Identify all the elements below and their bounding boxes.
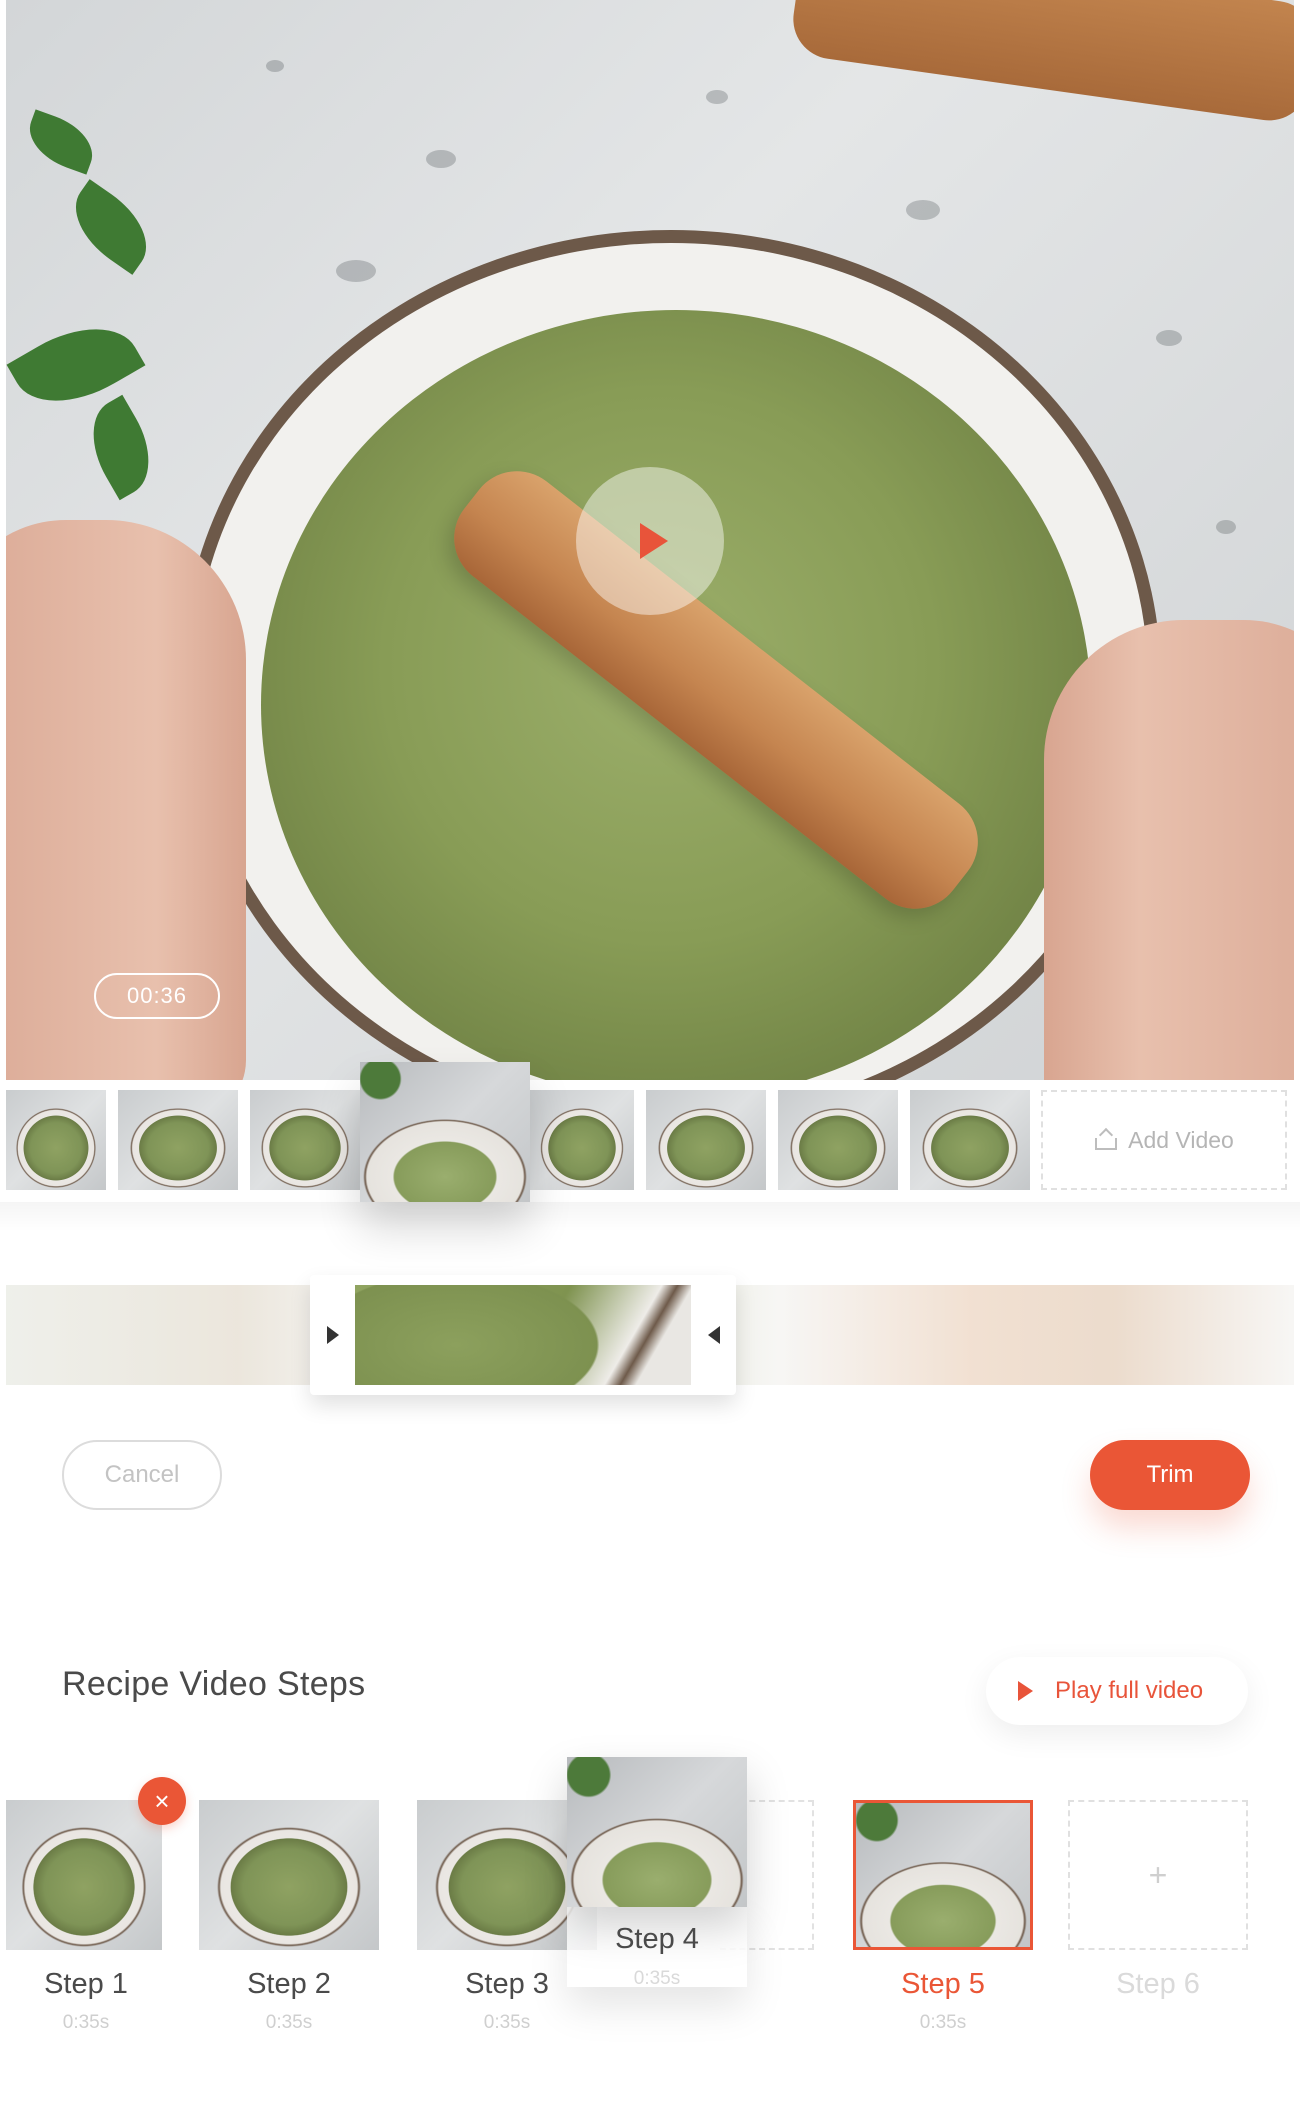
add-step-button[interactable]: + (1068, 1800, 1248, 1950)
clip-thumbnail[interactable] (118, 1090, 238, 1190)
upload-icon (1094, 1129, 1118, 1151)
video-frame-leaf (58, 179, 164, 275)
step-duration: 0:35s (265, 2012, 313, 2033)
section-title: Recipe Video Steps (62, 1665, 366, 1703)
clip-thumbnail[interactable] (646, 1090, 766, 1190)
triangle-left-icon (707, 1326, 720, 1344)
add-video-button[interactable]: Add Video (1041, 1090, 1287, 1190)
step-duration: 0:35s (919, 2012, 967, 2033)
video-trimmer (6, 1275, 1294, 1395)
clip-thumbnail[interactable] (6, 1090, 106, 1190)
step-duration: 0:35s (483, 2012, 531, 2033)
step-thumbnail (6, 1800, 162, 1950)
play-icon (1018, 1681, 1033, 1701)
step-card-4-dragging[interactable] (567, 1757, 747, 1907)
triangle-right-icon (326, 1326, 339, 1344)
play-icon (640, 523, 668, 559)
clip-thumbnail[interactable] (250, 1090, 360, 1190)
step-thumbnail (199, 1800, 379, 1950)
video-frame-leaf (74, 394, 168, 501)
video-frame-hand (1044, 620, 1294, 1080)
play-button[interactable] (576, 467, 724, 615)
trim-start-handle[interactable] (310, 1275, 355, 1395)
divider (0, 1202, 1300, 1232)
step-label: Step 1 (44, 1968, 128, 2000)
clip-thumbnail[interactable] (530, 1090, 634, 1190)
trim-button[interactable]: Trim (1090, 1440, 1250, 1510)
cancel-button[interactable]: Cancel (62, 1440, 222, 1510)
trim-selection[interactable] (310, 1275, 736, 1395)
step-duration: 0:35s (62, 2012, 110, 2033)
step-label: Step 6 (1116, 1968, 1200, 2000)
step-thumbnail (853, 1800, 1033, 1950)
step-label: Step 2 (247, 1968, 331, 2000)
trim-end-handle[interactable] (691, 1275, 736, 1395)
close-icon: × (154, 1785, 170, 1816)
clip-thumbnail[interactable] (910, 1090, 1030, 1190)
clip-strip: Add Video (6, 1062, 1294, 1202)
plus-icon: + (1148, 1856, 1168, 1893)
step-duration: 0:35s (633, 1968, 681, 1989)
video-timestamp: 00:36 (94, 973, 220, 1019)
video-frame-leaf (20, 109, 102, 175)
video-frame-pastry (788, 0, 1294, 126)
trim-selected-frame (355, 1285, 691, 1385)
video-player[interactable]: 00:36 (6, 0, 1294, 1080)
step-label: Step 5 (901, 1968, 985, 2000)
play-full-video-button[interactable]: Play full video (986, 1657, 1248, 1725)
add-video-label: Add Video (1128, 1126, 1234, 1153)
step-label: Step 4 (615, 1923, 699, 1955)
clip-thumbnail-dragging[interactable] (360, 1062, 530, 1202)
play-full-video-label: Play full video (1055, 1677, 1204, 1704)
remove-step-button[interactable]: × (138, 1777, 186, 1825)
clip-thumbnail[interactable] (778, 1090, 898, 1190)
